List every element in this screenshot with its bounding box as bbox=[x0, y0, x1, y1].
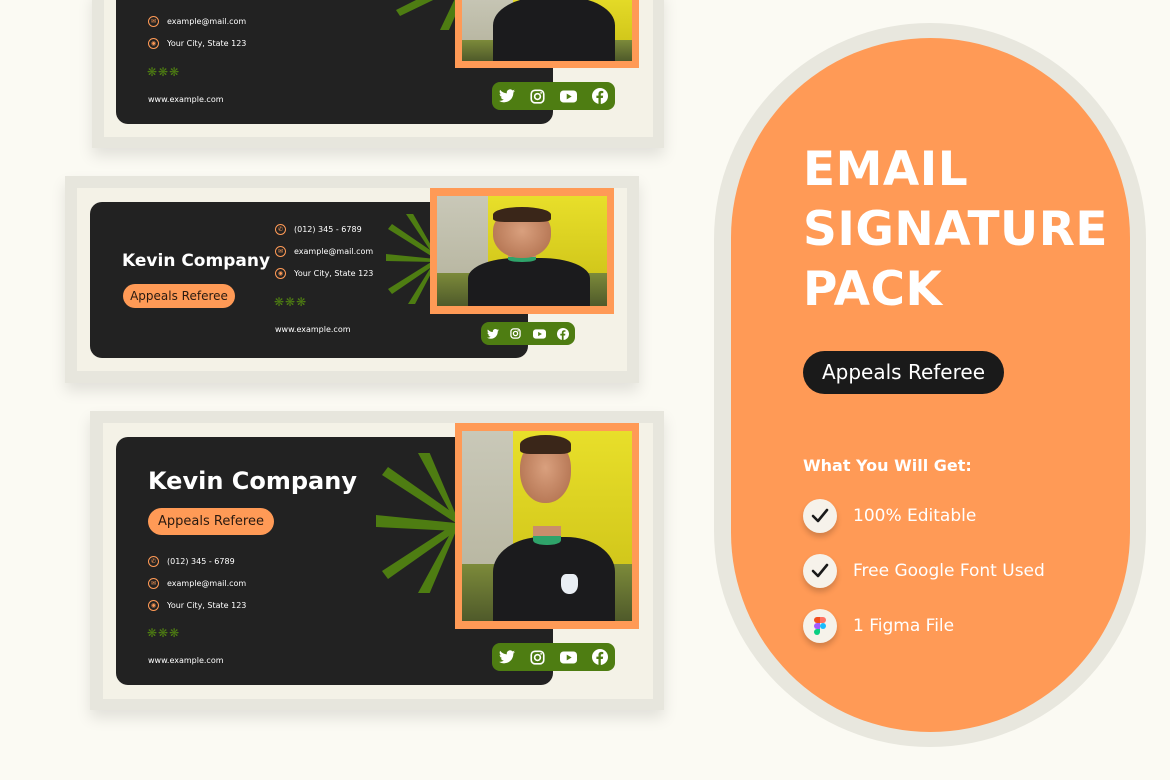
phone-text: (012) 345 - 6789 bbox=[167, 557, 235, 566]
email-row: ✉ example@mail.com bbox=[148, 16, 246, 27]
green-burst-decoration bbox=[386, 214, 436, 304]
feature-item: Free Google Font Used bbox=[803, 554, 1045, 588]
instagram-icon[interactable] bbox=[530, 649, 545, 665]
check-icon bbox=[803, 554, 837, 588]
promo-title-line: SIGNATURE bbox=[803, 202, 1108, 257]
youtube-icon[interactable] bbox=[559, 650, 577, 664]
facebook-icon[interactable] bbox=[591, 649, 608, 665]
location-pin-icon: ◉ bbox=[275, 268, 286, 279]
website-link[interactable]: www.example.com bbox=[148, 656, 224, 665]
address-row: ◉ Your City, State 123 bbox=[275, 268, 373, 279]
phone-row: ✆ (012) 345 - 6789 bbox=[148, 556, 235, 567]
feature-label: 100% Editable bbox=[853, 506, 977, 526]
address-text: Your City, State 123 bbox=[167, 601, 247, 610]
phone-row: ✆ (012) 345 - 6789 bbox=[275, 224, 362, 235]
address-text: Your City, State 123 bbox=[167, 39, 247, 48]
phone-icon: ✆ bbox=[275, 224, 286, 235]
email-text: example@mail.com bbox=[167, 17, 247, 26]
address-text: Your City, State 123 bbox=[294, 269, 374, 278]
promo-title-line: EMAIL bbox=[803, 142, 969, 197]
mail-icon: ✉ bbox=[148, 578, 159, 589]
twitter-icon[interactable] bbox=[486, 328, 499, 339]
promo-role-badge: Appeals Referee bbox=[803, 351, 1004, 394]
green-burst-decoration bbox=[396, 0, 463, 30]
referee-photo-middle bbox=[437, 196, 607, 306]
signature-name: Kevin Company bbox=[122, 251, 271, 271]
signature-name: Kevin Company bbox=[148, 467, 357, 495]
mail-icon: ✉ bbox=[148, 16, 159, 27]
email-text: example@mail.com bbox=[167, 579, 247, 588]
phone-text: (012) 345 - 6789 bbox=[294, 225, 362, 234]
referee-photo-bottom bbox=[462, 431, 632, 621]
location-pin-icon: ◉ bbox=[148, 600, 159, 611]
email-row: ✉ example@mail.com bbox=[148, 578, 246, 589]
feature-label: Free Google Font Used bbox=[853, 561, 1045, 581]
feature-item: 100% Editable bbox=[803, 499, 976, 533]
check-icon bbox=[803, 499, 837, 533]
green-burst-decoration bbox=[376, 453, 456, 593]
figma-icon bbox=[803, 609, 837, 643]
feature-item: 1 Figma File bbox=[803, 609, 954, 643]
social-bar-bottom bbox=[492, 643, 615, 671]
social-bar-top bbox=[492, 82, 615, 110]
feature-label: 1 Figma File bbox=[853, 616, 955, 636]
twitter-icon[interactable] bbox=[499, 650, 516, 664]
promo-title: EMAIL SIGNATURE PACK bbox=[803, 140, 1108, 320]
instagram-icon[interactable] bbox=[530, 88, 545, 104]
website-link[interactable]: www.example.com bbox=[148, 95, 224, 104]
email-row: ✉ example@mail.com bbox=[275, 246, 373, 257]
address-row: ◉ Your City, State 123 bbox=[148, 38, 246, 49]
facebook-icon[interactable] bbox=[557, 327, 570, 340]
social-bar-middle bbox=[481, 322, 575, 345]
referee-photo-top bbox=[462, 0, 632, 61]
email-text: example@mail.com bbox=[294, 247, 374, 256]
location-pin-icon: ◉ bbox=[148, 38, 159, 49]
decorative-stars: ❋❋❋ bbox=[274, 295, 308, 309]
role-badge: Appeals Referee bbox=[148, 508, 274, 535]
instagram-icon[interactable] bbox=[510, 328, 521, 339]
website-link[interactable]: www.example.com bbox=[275, 325, 351, 334]
facebook-icon[interactable] bbox=[591, 88, 608, 104]
promo-title-line: PACK bbox=[803, 262, 943, 317]
phone-icon: ✆ bbox=[148, 556, 159, 567]
promo-subtitle: What You Will Get: bbox=[803, 456, 972, 475]
twitter-icon[interactable] bbox=[499, 89, 516, 103]
youtube-icon[interactable] bbox=[532, 328, 546, 339]
decorative-stars: ❋❋❋ bbox=[147, 65, 181, 79]
role-badge: Appeals Referee bbox=[123, 284, 235, 308]
mail-icon: ✉ bbox=[275, 246, 286, 257]
address-row: ◉ Your City, State 123 bbox=[148, 600, 246, 611]
decorative-stars: ❋❋❋ bbox=[147, 626, 181, 640]
youtube-icon[interactable] bbox=[559, 89, 577, 103]
